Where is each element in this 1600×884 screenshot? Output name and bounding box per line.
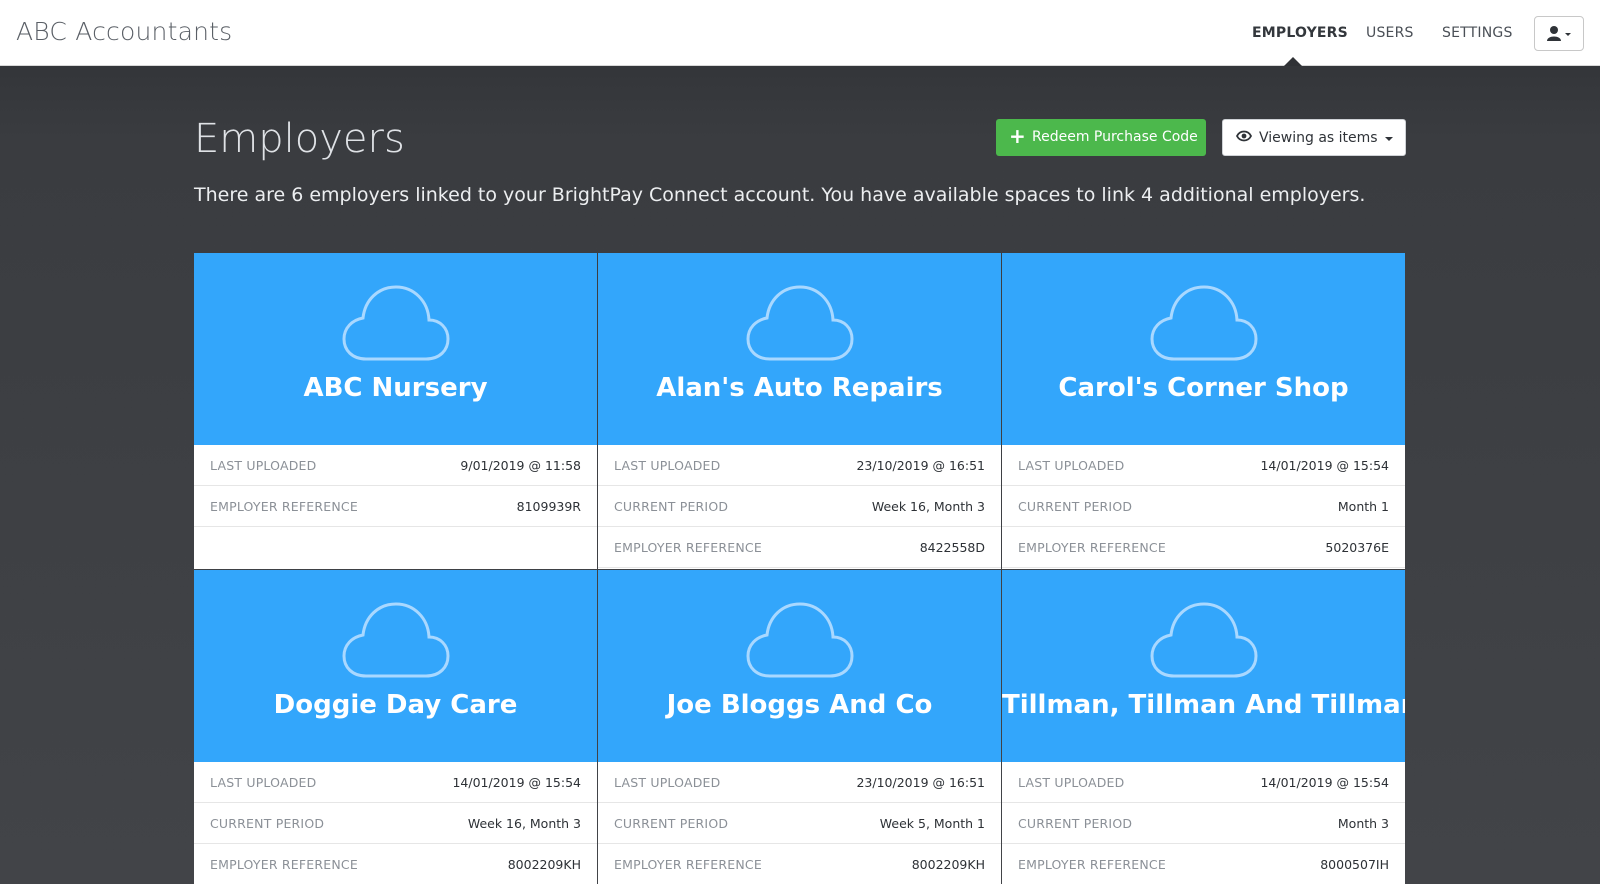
employer-card[interactable]: Alan's Auto Repairs LAST UPLOADED 23/10/…: [598, 253, 1001, 569]
info-value: 9/01/2019 @ 11:58: [460, 458, 581, 473]
employer-name: ABC Nursery: [303, 373, 488, 403]
employer-card-header[interactable]: Doggie Day Care: [194, 570, 597, 762]
caret-down-icon: [1385, 137, 1393, 141]
nav-item-users[interactable]: USERS: [1366, 25, 1414, 41]
info-label: EMPLOYER REFERENCE: [1018, 540, 1166, 555]
employer-card-header[interactable]: Joe Bloggs And Co: [598, 570, 1001, 762]
info-value: 8002209KH: [507, 857, 581, 872]
view-mode-dropdown[interactable]: Viewing as items: [1222, 119, 1406, 156]
info-value: 8000507IH: [1320, 857, 1389, 872]
info-row: LAST UPLOADED 14/01/2019 @ 15:54: [1002, 445, 1405, 486]
info-label: LAST UPLOADED: [210, 775, 317, 790]
info-label: LAST UPLOADED: [1018, 775, 1125, 790]
nav-item-settings[interactable]: SETTINGS: [1442, 25, 1513, 41]
info-label: LAST UPLOADED: [614, 775, 721, 790]
info-row: EMPLOYER REFERENCE 5020376E: [1002, 527, 1405, 568]
employer-name: Carol's Corner Shop: [1058, 373, 1349, 403]
info-row: LAST UPLOADED 23/10/2019 @ 16:51: [598, 762, 1001, 803]
info-label: CURRENT PERIOD: [1018, 499, 1133, 514]
info-label: LAST UPLOADED: [210, 458, 317, 473]
employer-card[interactable]: Joe Bloggs And Co LAST UPLOADED 23/10/20…: [598, 570, 1001, 884]
eye-icon: [1236, 130, 1252, 142]
nav-item-employers[interactable]: EMPLOYERS: [1252, 25, 1348, 41]
info-row: CURRENT PERIOD Month 3: [1002, 803, 1405, 844]
info-label: EMPLOYER REFERENCE: [614, 857, 762, 872]
employers-summary-text: There are 6 employers linked to your Bri…: [194, 184, 1366, 206]
employer-name: Alan's Auto Repairs: [656, 373, 943, 403]
cloud-icon: [1150, 602, 1258, 678]
info-row: EMPLOYER REFERENCE 8422558D: [598, 527, 1001, 568]
app-title: ABC Accountants: [16, 17, 233, 46]
info-value: Month 1: [1337, 499, 1389, 514]
info-row: LAST UPLOADED 14/01/2019 @ 15:54: [1002, 762, 1405, 803]
info-value: 23/10/2019 @ 16:51: [856, 775, 985, 790]
employer-card-header[interactable]: Tillman, Tillman And Tillman: [1002, 570, 1405, 762]
info-value: 5020376E: [1325, 540, 1389, 555]
info-value: 8422558D: [919, 540, 985, 555]
info-label: EMPLOYER REFERENCE: [614, 540, 762, 555]
info-row: LAST UPLOADED 23/10/2019 @ 16:51: [598, 445, 1001, 486]
user-menu-button[interactable]: [1534, 16, 1584, 51]
employer-name: Tillman, Tillman And Tillman: [1002, 690, 1405, 720]
info-label: CURRENT PERIOD: [614, 816, 729, 831]
info-label: CURRENT PERIOD: [1018, 816, 1133, 831]
employer-name: Doggie Day Care: [273, 690, 518, 720]
cloud-icon: [342, 285, 450, 361]
info-row: EMPLOYER REFERENCE 8002209KH: [598, 844, 1001, 884]
info-label: CURRENT PERIOD: [614, 499, 729, 514]
plus-icon: +: [1009, 124, 1026, 148]
employer-card-header[interactable]: Carol's Corner Shop: [1002, 253, 1405, 445]
info-row: LAST UPLOADED 14/01/2019 @ 15:54: [194, 762, 597, 803]
info-row: EMPLOYER REFERENCE 8002209KH: [194, 844, 597, 884]
info-row: CURRENT PERIOD Week 16, Month 3: [598, 486, 1001, 527]
info-row: CURRENT PERIOD Week 5, Month 1: [598, 803, 1001, 844]
employer-card[interactable]: Doggie Day Care LAST UPLOADED 14/01/2019…: [194, 570, 597, 884]
chevron-down-icon: [1565, 33, 1571, 36]
cloud-icon: [746, 602, 854, 678]
info-value: 8002209KH: [911, 857, 985, 872]
info-row: EMPLOYER REFERENCE 8109939R: [194, 486, 597, 527]
redeem-purchase-code-button[interactable]: + Redeem Purchase Code: [996, 119, 1206, 156]
info-label: LAST UPLOADED: [614, 458, 721, 473]
info-value: 8109939R: [516, 499, 581, 514]
employer-card[interactable]: ABC Nursery LAST UPLOADED 9/01/2019 @ 11…: [194, 253, 597, 569]
info-row: LAST UPLOADED 9/01/2019 @ 11:58: [194, 445, 597, 486]
cloud-icon: [746, 285, 854, 361]
info-value: Week 5, Month 1: [879, 816, 985, 831]
info-label: EMPLOYER REFERENCE: [210, 499, 358, 514]
top-navbar: ABC Accountants EMPLOYERS USERS SETTINGS: [0, 0, 1600, 66]
info-value: 14/01/2019 @ 15:54: [1260, 775, 1389, 790]
info-value: 14/01/2019 @ 15:54: [1260, 458, 1389, 473]
info-label: CURRENT PERIOD: [210, 816, 325, 831]
employer-card[interactable]: Tillman, Tillman And Tillman LAST UPLOAD…: [1002, 570, 1405, 884]
info-label: LAST UPLOADED: [1018, 458, 1125, 473]
employer-card-header[interactable]: Alan's Auto Repairs: [598, 253, 1001, 445]
info-label: EMPLOYER REFERENCE: [1018, 857, 1166, 872]
info-value: 23/10/2019 @ 16:51: [856, 458, 985, 473]
employer-card[interactable]: Carol's Corner Shop LAST UPLOADED 14/01/…: [1002, 253, 1405, 569]
employer-card-header[interactable]: ABC Nursery: [194, 253, 597, 445]
cloud-icon: [1150, 285, 1258, 361]
info-row: CURRENT PERIOD Week 16, Month 3: [194, 803, 597, 844]
info-value: Week 16, Month 3: [467, 816, 581, 831]
redeem-button-label: Redeem Purchase Code: [1032, 129, 1198, 145]
cloud-icon: [342, 602, 450, 678]
employer-name: Joe Bloggs And Co: [666, 690, 933, 720]
info-value: Month 3: [1337, 816, 1389, 831]
info-row: CURRENT PERIOD Month 1: [1002, 486, 1405, 527]
view-mode-label: Viewing as items: [1259, 130, 1378, 146]
info-label: EMPLOYER REFERENCE: [210, 857, 358, 872]
page-title: Employers: [194, 116, 405, 162]
info-row: EMPLOYER REFERENCE 8000507IH: [1002, 844, 1405, 884]
info-value: 14/01/2019 @ 15:54: [452, 775, 581, 790]
active-nav-indicator: [1284, 57, 1302, 66]
info-value: Week 16, Month 3: [871, 499, 985, 514]
user-icon: [1547, 26, 1571, 41]
